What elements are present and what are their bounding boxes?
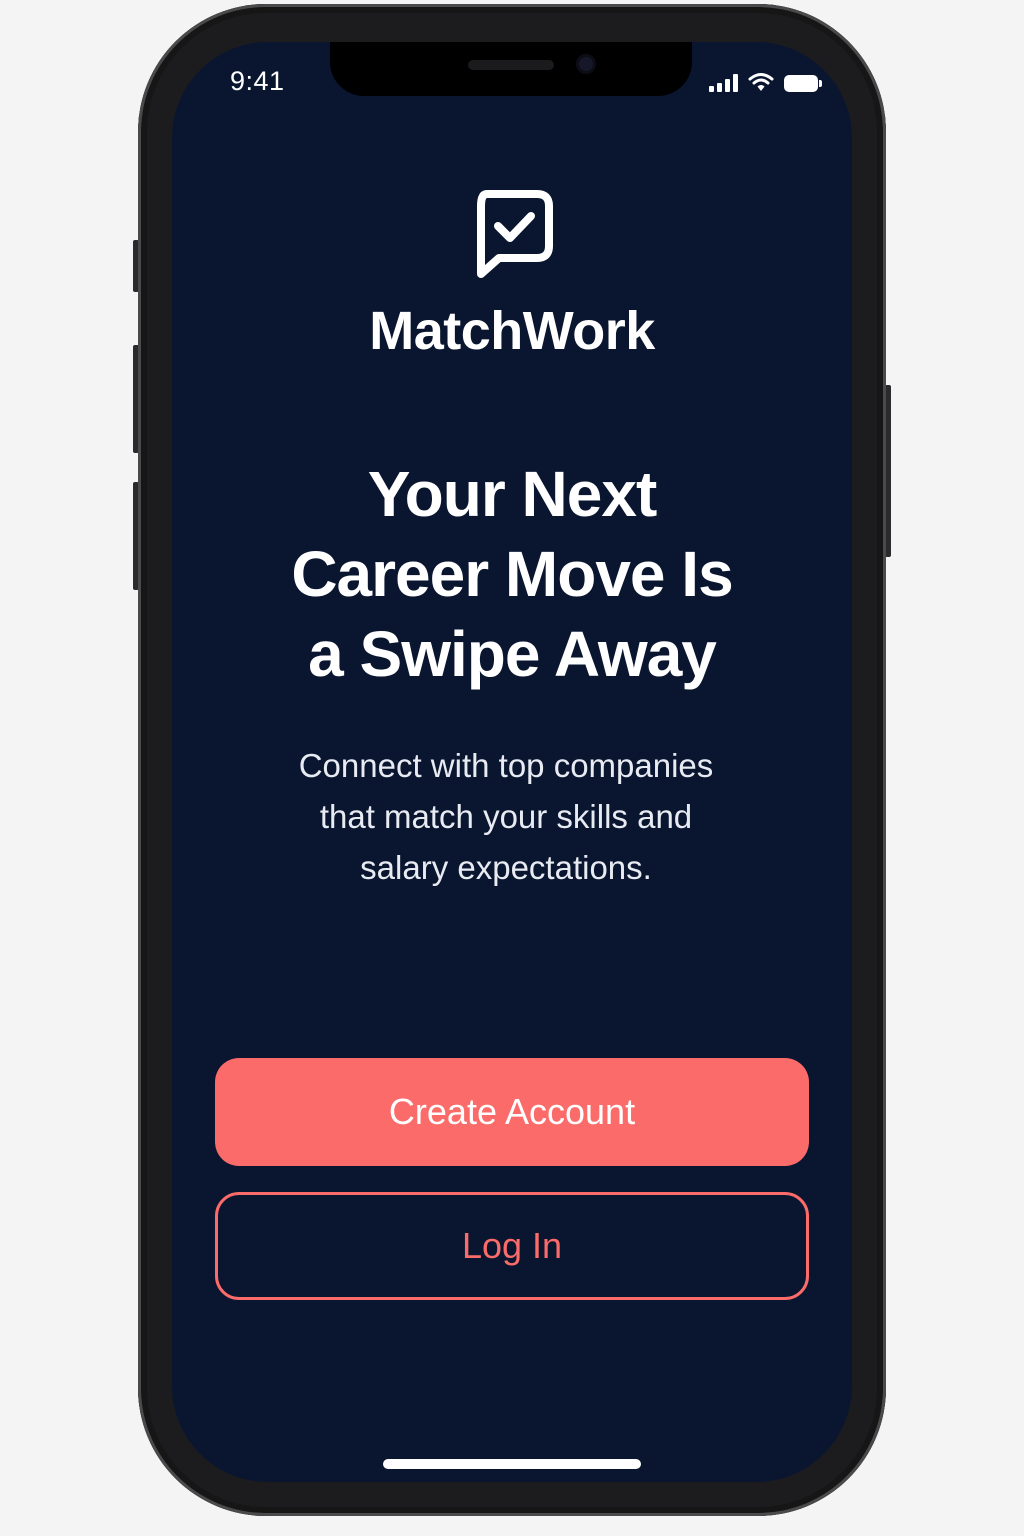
signal-icon [709, 74, 738, 92]
subtitle: Connect with top companies that match yo… [232, 740, 780, 893]
create-account-button[interactable]: Create Account [215, 1058, 809, 1166]
chat-check-icon [477, 190, 553, 278]
status-icons [709, 72, 822, 92]
subtitle-line: that match your skills and [319, 798, 693, 835]
app-name: MatchWork [369, 301, 655, 361]
log-in-label: Log In [461, 1225, 563, 1266]
notch [330, 42, 692, 96]
status-time: 9:41 [230, 66, 285, 96]
headline: Your Next Career Move Is a Swipe Away [232, 454, 792, 694]
device-stage: 9:41 MatchWork Your Next Career Move Is … [0, 0, 1024, 1536]
create-account-label: Create Account [388, 1091, 636, 1132]
headline-line: Career Move Is [291, 538, 733, 610]
subtitle-line: salary expectations. [360, 849, 652, 886]
home-indicator[interactable] [383, 1459, 641, 1469]
headline-line: Your Next [367, 458, 658, 530]
subtitle-line: Connect with top companies [298, 747, 714, 784]
log-in-button[interactable]: Log In [215, 1192, 809, 1300]
wifi-icon [748, 73, 774, 91]
screen: 9:41 MatchWork Your Next Career Move Is … [172, 42, 852, 1482]
headline-line: a Swipe Away [308, 618, 717, 690]
phone-frame: 9:41 MatchWork Your Next Career Move Is … [138, 4, 886, 1516]
battery-icon [784, 75, 822, 92]
